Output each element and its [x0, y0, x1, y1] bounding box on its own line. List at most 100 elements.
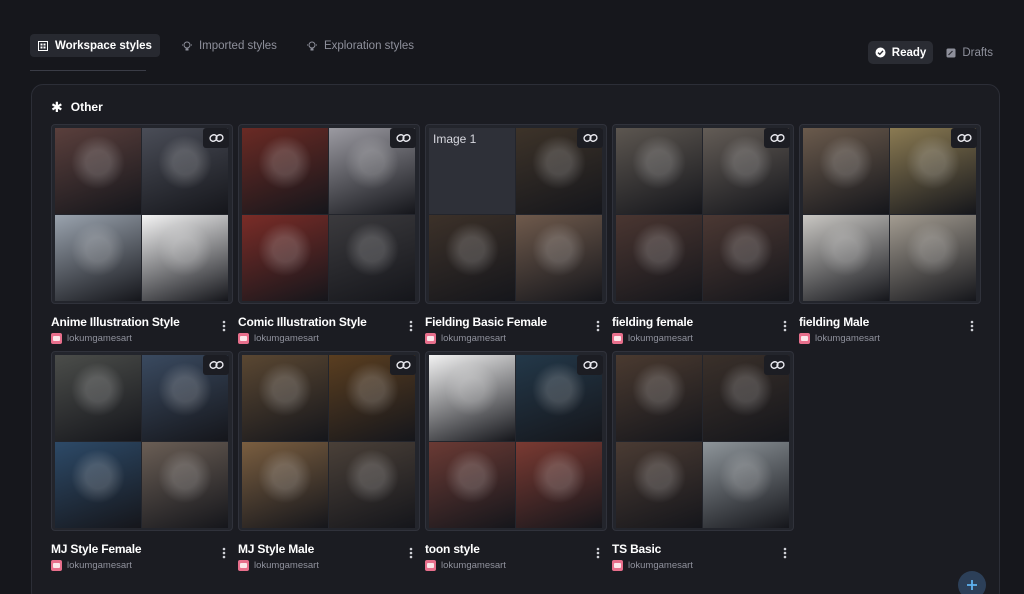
style-author: lokumgamesart: [238, 333, 420, 344]
preview-image: [616, 355, 702, 441]
style-card[interactable]: Comic Illustration Style lokumgamesart: [238, 124, 420, 344]
style-preview[interactable]: [612, 124, 794, 304]
preview-image: [429, 355, 515, 441]
preview-image: [242, 442, 328, 528]
kebab-icon: [409, 320, 413, 332]
style-name: fielding female: [612, 315, 694, 329]
preview-image: [803, 128, 889, 214]
group-header: ✱ Other: [51, 100, 103, 114]
kebab-icon: [222, 547, 226, 559]
group-title: Other: [70, 100, 103, 114]
style-name: MJ Style Female: [51, 542, 142, 556]
style-tabs: Workspace styles Imported styles Explora…: [30, 34, 422, 57]
preview-image: [329, 215, 415, 301]
style-author: lokumgamesart: [425, 333, 607, 344]
ready-filter-button[interactable]: Ready: [867, 41, 934, 64]
link-icon: [582, 361, 598, 369]
style-author: lokumgamesart: [51, 560, 233, 571]
kebab-icon: [596, 320, 600, 332]
link-button[interactable]: [951, 128, 977, 148]
link-icon: [769, 134, 785, 142]
plus-icon: [967, 580, 977, 590]
styles-panel: ✱ Other Anime Illustration Style lokumgam…: [31, 84, 1000, 594]
link-icon: [208, 361, 224, 369]
style-preview[interactable]: [238, 351, 420, 531]
style-preview[interactable]: [51, 351, 233, 531]
kebab-icon: [970, 320, 974, 332]
style-preview[interactable]: [51, 124, 233, 304]
style-preview[interactable]: [425, 351, 607, 531]
style-card[interactable]: fielding Male lokumgamesart: [799, 124, 981, 344]
link-button[interactable]: [203, 128, 229, 148]
preview-image: [242, 128, 328, 214]
link-button[interactable]: [577, 355, 603, 375]
tab-imported-styles[interactable]: Imported styles: [174, 34, 285, 57]
more-options-button[interactable]: [780, 320, 790, 334]
style-preview[interactable]: [612, 351, 794, 531]
style-card[interactable]: Image 1 Fielding Basic Female lokumgamesar…: [425, 124, 607, 344]
drafts-filter-button[interactable]: Drafts: [939, 41, 1000, 64]
link-icon: [395, 361, 411, 369]
style-name: Anime Illustration Style: [51, 315, 180, 329]
preview-image: [142, 442, 228, 528]
style-preview[interactable]: [799, 124, 981, 304]
link-button[interactable]: [203, 355, 229, 375]
link-button[interactable]: [764, 355, 790, 375]
style-name: Comic Illustration Style: [238, 315, 367, 329]
preview-image: [516, 215, 602, 301]
link-button[interactable]: [764, 128, 790, 148]
author-name: lokumgamesart: [441, 333, 506, 344]
link-button[interactable]: [390, 355, 416, 375]
preview-image: [142, 215, 228, 301]
author-name: lokumgamesart: [628, 560, 693, 571]
tab-exploration-styles[interactable]: Exploration styles: [299, 34, 422, 57]
avatar: [51, 333, 62, 344]
style-card[interactable]: MJ Style Female lokumgamesart: [51, 351, 233, 571]
avatar: [51, 560, 62, 571]
more-options-button[interactable]: [406, 320, 416, 334]
kebab-icon: [222, 320, 226, 332]
author-name: lokumgamesart: [441, 560, 506, 571]
lightbulb-icon: [306, 41, 317, 50]
avatar: [425, 560, 436, 571]
style-preview[interactable]: Image 1: [425, 124, 607, 304]
style-card[interactable]: TS Basic lokumgamesart: [612, 351, 794, 571]
preview-image: [516, 442, 602, 528]
preview-image: [616, 215, 702, 301]
avatar: [612, 333, 623, 344]
link-button[interactable]: [390, 128, 416, 148]
more-options-button[interactable]: [219, 320, 229, 334]
style-author: lokumgamesart: [612, 333, 794, 344]
author-name: lokumgamesart: [815, 333, 880, 344]
author-name: lokumgamesart: [254, 333, 319, 344]
tab-workspace-styles[interactable]: Workspace styles: [30, 34, 160, 57]
kebab-icon: [783, 320, 787, 332]
preview-image: [55, 128, 141, 214]
style-card[interactable]: toon style lokumgamesart: [425, 351, 607, 571]
link-icon: [395, 134, 411, 142]
more-options-button[interactable]: [406, 547, 416, 561]
more-options-button[interactable]: [593, 320, 603, 334]
preview-image: [329, 442, 415, 528]
author-name: lokumgamesart: [628, 333, 693, 344]
style-name: toon style: [425, 542, 480, 556]
style-author: lokumgamesart: [238, 560, 420, 571]
preview-image: [703, 215, 789, 301]
style-card[interactable]: fielding female lokumgamesart: [612, 124, 794, 344]
style-card[interactable]: MJ Style Male lokumgamesart: [238, 351, 420, 571]
more-options-button[interactable]: [967, 320, 977, 334]
preview-image: [242, 355, 328, 441]
style-preview[interactable]: [238, 124, 420, 304]
avatar: [799, 333, 810, 344]
more-options-button[interactable]: [219, 547, 229, 561]
avatar: [238, 560, 249, 571]
more-options-button[interactable]: [780, 547, 790, 561]
draft-icon: [946, 48, 956, 57]
link-button[interactable]: [577, 128, 603, 148]
style-card[interactable]: Anime Illustration Style lokumgamesart: [51, 124, 233, 344]
preview-image: [616, 442, 702, 528]
preview-image: [703, 442, 789, 528]
add-style-button[interactable]: [958, 571, 986, 594]
preview-image: [429, 215, 515, 301]
more-options-button[interactable]: [593, 547, 603, 561]
